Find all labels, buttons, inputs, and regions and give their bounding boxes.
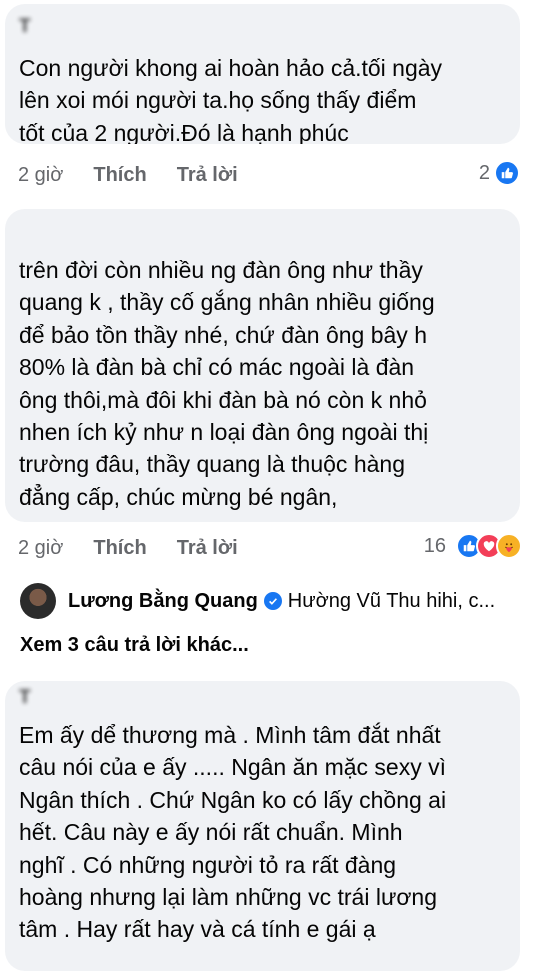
comment-text: trên đời còn nhiều ng đàn ông như thầy q… — [19, 257, 435, 510]
like-button[interactable]: Thích — [93, 164, 146, 187]
reaction-summary[interactable]: 2 — [479, 160, 520, 186]
view-more-replies[interactable]: Xem 3 câu trả lời khác... — [20, 634, 249, 657]
comment-author[interactable]: T — [19, 687, 506, 709]
reply-author[interactable]: Lương Bằng Quang — [68, 590, 258, 613]
comment-bubble: T Con người khong ai hoàn hảo cả.tối ngà… — [5, 4, 520, 144]
comment-author[interactable]: T — [19, 16, 506, 38]
reaction-count: 16 — [423, 534, 446, 557]
comment-bubble: T Em ấy dể thương mà . Mình tâm đắt nhất… — [5, 681, 520, 971]
comment-actions: 2 giờ Thích Trả lời — [18, 533, 268, 563]
reply-snippet[interactable]: Hường Vũ Thu hihi, c... — [288, 590, 495, 613]
comment-time[interactable]: 2 giờ — [18, 164, 63, 187]
comment-actions: 2 giờ Thích Trả lời — [18, 160, 268, 190]
reaction-summary[interactable]: 16 — [424, 533, 522, 559]
comment-text: Con người khong ai hoàn hảo cả.tối ngày … — [19, 55, 443, 144]
care-reaction-icon — [496, 533, 522, 559]
reply-preview[interactable]: Lương Bằng Quang Hường Vũ Thu hihi, c... — [20, 583, 495, 619]
avatar[interactable] — [20, 583, 56, 619]
reply-button[interactable]: Trả lời — [177, 537, 238, 560]
like-button[interactable]: Thích — [93, 537, 146, 560]
verified-badge-icon — [263, 592, 282, 610]
reply-button[interactable]: Trả lời — [177, 164, 238, 187]
comment-text: Em ấy dể thương mà . Mình tâm đắt nhất c… — [19, 722, 447, 943]
comment-author[interactable] — [19, 221, 506, 243]
like-reaction-icon — [494, 160, 520, 186]
reaction-count: 2 — [478, 161, 490, 184]
comment-time[interactable]: 2 giờ — [18, 537, 63, 560]
comment-bubble: trên đời còn nhiều ng đàn ông như thầy q… — [5, 209, 520, 522]
